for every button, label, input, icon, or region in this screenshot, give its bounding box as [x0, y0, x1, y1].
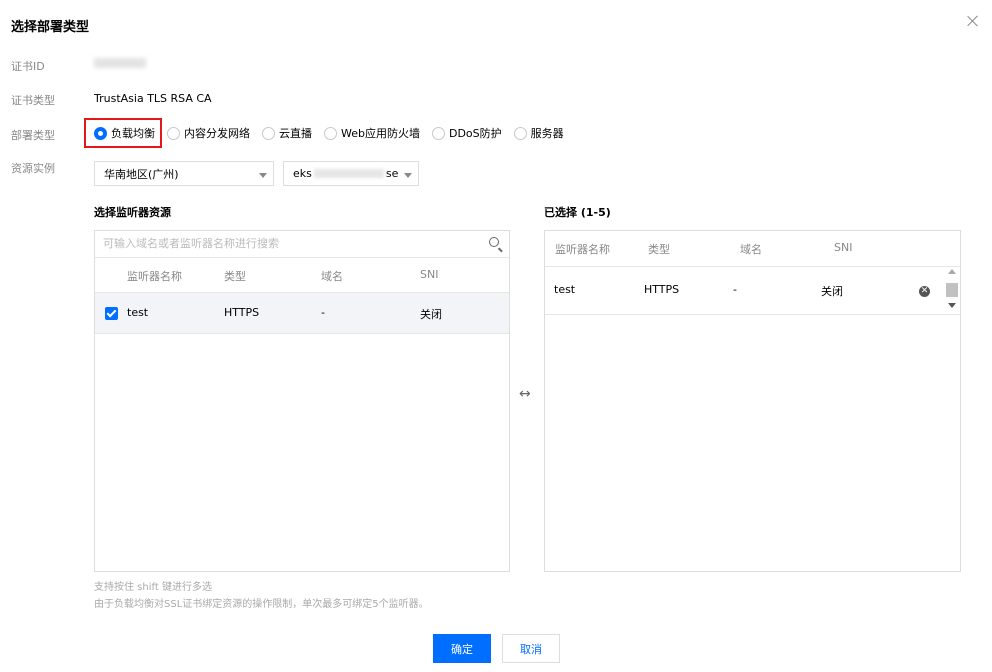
radio-server[interactable]: 服务器 — [513, 125, 564, 141]
region-select-value: 华南地区(广州) — [104, 167, 179, 181]
column-header-sni: SNI — [834, 241, 853, 254]
selected-listener-panel: 监听器名称 类型 域名 SNI test HTTPS - 关闭 ✕ — [544, 230, 961, 572]
column-header-type: 类型 — [648, 243, 670, 256]
column-header-sni: SNI — [420, 268, 439, 281]
row-domain: - — [321, 306, 325, 319]
row-name: test — [127, 306, 149, 319]
radio-label: DDoS防护 — [448, 127, 502, 140]
cert-type-value: TrustAsia TLS RSA CA — [94, 92, 212, 105]
row-type: HTTPS — [224, 306, 260, 319]
left-panel-title: 选择监听器资源 — [94, 206, 171, 219]
cert-type-label: 证书类型 — [11, 94, 55, 107]
search-input[interactable] — [95, 231, 475, 256]
scrollbar-thumb[interactable] — [946, 283, 958, 297]
remove-icon[interactable]: ✕ — [919, 286, 930, 297]
confirm-button[interactable]: 确定 — [433, 634, 491, 663]
chevron-down-icon — [259, 173, 267, 178]
radio-icon — [431, 126, 445, 140]
multi-select-hint: 支持按住 shift 键进行多选 — [94, 582, 212, 593]
close-icon[interactable] — [966, 14, 980, 28]
row-sni: 关闭 — [420, 308, 442, 321]
radio-icon — [513, 126, 527, 140]
row-sni: 关闭 — [821, 285, 843, 298]
search-icon[interactable] — [489, 237, 499, 247]
right-panel-title: 已选择 (1-5) — [544, 206, 611, 219]
deploy-type-label: 部署类型 — [11, 129, 55, 142]
radio-label: 服务器 — [530, 127, 564, 140]
row-divider — [545, 314, 960, 315]
dialog-title: 选择部署类型 — [11, 20, 90, 35]
instance-prefix: eks — [293, 167, 312, 180]
column-header-name: 监听器名称 — [127, 270, 182, 283]
radio-icon — [167, 126, 180, 140]
radio-label: 负载均衡 — [111, 127, 155, 140]
search-bar — [95, 231, 509, 258]
scrollbar[interactable] — [945, 269, 959, 312]
column-header-domain: 域名 — [321, 270, 343, 283]
row-type: HTTPS — [644, 283, 680, 296]
radio-icon — [324, 126, 337, 140]
cert-id-label: 证书ID — [11, 60, 45, 73]
radio-label: 云直播 — [279, 127, 312, 140]
chevron-down-icon — [404, 173, 412, 178]
column-header-type: 类型 — [224, 270, 246, 283]
instance-suffix: se — [385, 167, 399, 180]
listener-source-panel: 监听器名称 类型 域名 SNI test HTTPS - 关闭 — [94, 230, 510, 572]
cancel-button[interactable]: 取消 — [502, 634, 560, 663]
header-divider — [545, 266, 960, 267]
radio-live[interactable]: 云直播 — [262, 125, 312, 141]
radio-icon — [262, 126, 275, 140]
scroll-down-icon[interactable] — [948, 303, 956, 308]
cert-id-value-redacted — [94, 58, 146, 68]
radio-clb[interactable]: 负载均衡 — [94, 125, 155, 141]
radio-ddos[interactable]: DDoS防护 — [431, 125, 502, 141]
instance-select[interactable]: eks se — [283, 161, 419, 186]
radio-waf[interactable]: Web应用防火墙 — [324, 125, 420, 141]
transfer-icon: ↔ — [519, 386, 531, 402]
radio-cdn[interactable]: 内容分发网络 — [167, 125, 250, 141]
region-select[interactable]: 华南地区(广州) — [94, 161, 274, 186]
instance-id-redacted — [313, 169, 384, 178]
table-row[interactable]: test HTTPS - 关闭 — [95, 293, 509, 334]
resource-label: 资源实例 — [11, 162, 55, 175]
limit-hint: 由于负载均衡对SSL证书绑定资源的操作限制，单次最多可绑定5个监听器。 — [94, 599, 429, 610]
deploy-type-radio-group: 负载均衡 内容分发网络 云直播 Web应用防火墙 DDoS防护 服务器 — [94, 123, 576, 143]
radio-label: Web应用防火墙 — [341, 127, 420, 140]
radio-label: 内容分发网络 — [184, 127, 250, 140]
row-name: test — [554, 283, 576, 296]
column-header-domain: 域名 — [740, 243, 762, 256]
checkbox-checked-icon[interactable] — [105, 307, 118, 320]
row-domain: - — [733, 283, 737, 296]
radio-selected-icon — [94, 126, 107, 140]
scroll-up-icon[interactable] — [948, 269, 956, 274]
column-header-name: 监听器名称 — [555, 243, 610, 256]
